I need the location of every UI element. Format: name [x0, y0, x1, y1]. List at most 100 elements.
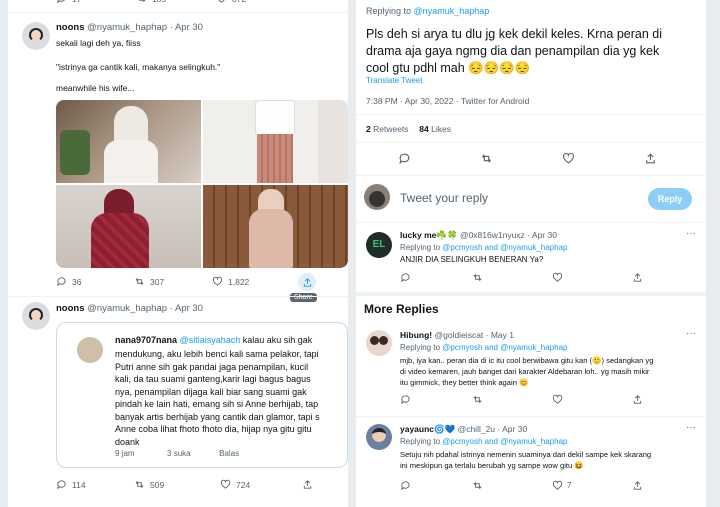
tweet-text-line: "istrinya ga cantik kali, makanya seling… [56, 62, 221, 72]
share-icon[interactable] [644, 152, 657, 165]
retweet-icon[interactable] [472, 480, 483, 491]
like-action[interactable]: 7 [552, 480, 571, 491]
divider [8, 12, 348, 13]
avatar[interactable]: EL [366, 232, 392, 258]
share-icon[interactable] [632, 272, 643, 283]
translate-link[interactable]: Translate Tweet [366, 76, 422, 85]
quote-likes: 3 suka [167, 449, 191, 458]
left-tweet-thread: 17 189 872 noons @nyamuk_haphap · Apr 30… [8, 0, 348, 507]
author-name[interactable]: Hibung! [400, 330, 432, 340]
replying-to-handles[interactable]: @pcmyosh and @nyamuk_haphap [442, 437, 567, 446]
share-icon[interactable] [632, 394, 643, 405]
avatar[interactable] [22, 302, 50, 330]
reply-action[interactable]: 17 [56, 0, 81, 4]
reply-icon[interactable] [398, 152, 411, 165]
photo-4[interactable] [203, 185, 348, 268]
divider [356, 175, 706, 176]
author-name[interactable]: noons [56, 22, 85, 33]
main-text-line: Pls deh si arya tu dlu jg kek dekil kele… [366, 27, 662, 41]
reply-text: Setuju nih pdahal istrinya nemenin suami… [400, 449, 651, 471]
tweet-time[interactable]: · Apr 30 [497, 424, 527, 434]
reply-card[interactable]: EL lucky me☘️🍀 @0x816w1nyuxz · Apr 30 ··… [356, 224, 706, 290]
more-options-icon[interactable]: ··· [686, 328, 696, 339]
tweet-time[interactable]: · May 1 [486, 330, 514, 340]
like-count: 1,822 [228, 276, 250, 287]
author-name[interactable]: lucky me☘️🍀 [400, 230, 458, 240]
reply-action[interactable]: 114 [56, 479, 86, 490]
share-button[interactable] [298, 273, 316, 291]
avatar[interactable] [366, 424, 392, 450]
retweet-icon [135, 480, 144, 489]
tweet-card[interactable]: noons @nyamuk_haphap · Apr 30 nana9707na… [8, 298, 348, 507]
replying-to-handle[interactable]: @nyamuk_haphap [414, 6, 490, 16]
author-name[interactable]: yayaunc🌀💙 [400, 424, 455, 434]
like-count: 7 [567, 481, 572, 490]
retweet-action[interactable]: 509 [134, 479, 164, 490]
reply-card[interactable]: yayaunc🌀💙 @chill_2u · Apr 30 ··· Replyin… [356, 418, 706, 507]
quote-time: 9 jam [115, 449, 135, 458]
quote-header: nana9707nana @sitiaisyahach kalau aku si… [115, 335, 312, 345]
composer-avatar [364, 184, 390, 210]
author-name[interactable]: noons [56, 303, 85, 314]
heart-icon[interactable] [562, 152, 575, 165]
photo-grid[interactable] [56, 100, 348, 268]
reply-button[interactable]: Reply [648, 188, 692, 210]
quoted-screenshot[interactable]: nana9707nana @sitiaisyahach kalau aku si… [56, 322, 348, 468]
retweet-icon [139, 0, 146, 3]
reply-icon [57, 0, 65, 4]
retweet-action[interactable]: 307 [134, 276, 164, 287]
tweet-time[interactable]: · Apr 30 [527, 230, 557, 240]
heart-icon[interactable] [552, 272, 563, 283]
section-divider [356, 292, 706, 296]
replying-to-label: Replying to [400, 437, 441, 446]
replying-to-handles[interactable]: @pcmyosh and @nyamuk_haphap [442, 343, 567, 352]
likes-stat[interactable]: 84 Likes [419, 124, 451, 134]
share-icon[interactable] [632, 480, 643, 491]
tweet-card[interactable]: noons @nyamuk_haphap · Apr 30 sekali lag… [8, 14, 348, 302]
retweet-icon[interactable] [480, 152, 493, 165]
retweet-icon[interactable] [472, 272, 483, 283]
tweet-time[interactable]: · Apr 30 [170, 22, 203, 33]
photo-3[interactable] [56, 185, 201, 268]
retweets-stat[interactable]: 2 Retweets [366, 124, 411, 134]
retweet-icon[interactable] [472, 394, 483, 405]
like-action[interactable]: 1,822 [212, 276, 249, 287]
reply-card[interactable]: Hibung! @goldieiscat · May 1 ··· Replyin… [356, 324, 706, 414]
replying-to-label: Replying to [400, 343, 441, 352]
heart-icon[interactable] [552, 394, 563, 405]
author-handle[interactable]: @0x816w1nyuxz [460, 230, 525, 240]
quote-line: pindah ke lain hati, emang sih si Anne b… [115, 399, 319, 409]
quote-meta: 9 jam 3 suka Balas [115, 449, 239, 458]
author-handle[interactable]: @chill_2u [458, 424, 495, 434]
more-options-icon[interactable]: ··· [686, 228, 696, 239]
more-options-icon[interactable]: ··· [686, 422, 696, 433]
author-handle[interactable]: @nyamuk_haphap [87, 22, 167, 33]
reply-text: mjb, iya kan.. peran dia di ic itu cool … [400, 355, 653, 388]
quote-reply: Balas [219, 449, 240, 458]
reply-input[interactable]: Tweet your reply [400, 191, 488, 205]
reply-icon[interactable] [400, 394, 411, 405]
retweet-action[interactable]: 189 [136, 0, 166, 4]
quote-author: nana9707nana [115, 335, 178, 345]
author-handle[interactable]: @nyamuk_haphap [87, 303, 167, 314]
replying-to-label: Replying to [400, 243, 441, 252]
tweet-time[interactable]: · Apr 30 [170, 303, 203, 314]
reply-count: 114 [72, 479, 86, 490]
likes-label: Likes [431, 124, 451, 134]
main-text-line: drama aja gaya ngmg dia dan penampilan d… [366, 44, 660, 58]
tweet-timestamp[interactable]: 7:38 PM · Apr 30, 2022 · Twitter for And… [366, 96, 529, 106]
photo-1[interactable] [56, 100, 201, 183]
retweets-count: 2 [366, 124, 371, 134]
like-action[interactable]: 724 [220, 479, 250, 490]
share-button[interactable] [302, 479, 313, 490]
share-icon [303, 277, 311, 287]
reply-action[interactable]: 36 [56, 276, 81, 287]
avatar[interactable] [22, 22, 50, 50]
replying-to-handles[interactable]: @pcmyosh and @nyamuk_haphap [442, 243, 567, 252]
reply-icon[interactable] [400, 272, 411, 283]
like-action[interactable]: 872 [216, 0, 246, 4]
photo-2[interactable] [203, 100, 348, 183]
avatar[interactable] [366, 330, 392, 356]
author-handle[interactable]: @goldieiscat [434, 330, 483, 340]
reply-icon[interactable] [400, 480, 411, 491]
